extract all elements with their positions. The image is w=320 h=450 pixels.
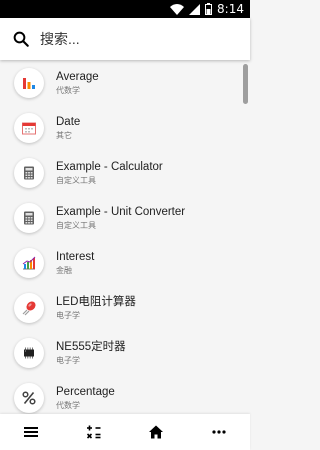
item-subtitle: 金融 <box>56 265 72 275</box>
calculator-ops-icon <box>86 425 101 439</box>
battery-icon <box>205 3 213 15</box>
avatar <box>14 382 44 413</box>
calculator-icon <box>24 211 34 224</box>
item-title: Example - Calculator <box>56 160 163 173</box>
list-item-percentage[interactable]: Percentage 代数学 <box>0 375 250 414</box>
search-input[interactable] <box>40 31 220 47</box>
menu-icon <box>24 427 39 437</box>
home-icon <box>149 425 164 439</box>
list-scrollbar[interactable] <box>243 64 248 104</box>
item-subtitle: 其它 <box>56 130 72 140</box>
item-subtitle: 代数学 <box>56 85 80 95</box>
list-item-interest[interactable]: Interest 金融 <box>0 240 250 285</box>
search-bar <box>0 18 250 60</box>
calculator-icon <box>24 166 34 179</box>
item-title: Date <box>56 115 81 128</box>
avatar <box>14 67 44 98</box>
list-item-example-calculator[interactable]: Example - Calculator 自定义工具 <box>0 150 250 195</box>
item-title: Example - Unit Converter <box>56 205 186 218</box>
chip-icon <box>24 347 34 358</box>
nav-home-button[interactable] <box>136 414 176 450</box>
item-title: Average <box>56 70 99 83</box>
item-subtitle: 电子学 <box>56 310 80 320</box>
nav-menu-button[interactable] <box>11 414 51 450</box>
list-item-example-unit-converter[interactable]: Example - Unit Converter 自定义工具 <box>0 195 250 240</box>
growth-chart-icon <box>22 256 36 269</box>
list-item-average[interactable]: Average 代数学 <box>0 60 250 105</box>
avatar <box>14 112 44 143</box>
search-icon[interactable] <box>12 30 30 48</box>
list-item-ne555-timer[interactable]: NE555定时器 电子学 <box>0 330 250 375</box>
item-title: Interest <box>56 250 95 263</box>
item-title: NE555定时器 <box>56 340 126 353</box>
item-title: LED电阻计算器 <box>56 295 136 308</box>
item-subtitle: 代数学 <box>56 400 80 410</box>
tool-list: Average 代数学 Date 其它 Example - Calculator… <box>0 60 250 414</box>
avatar <box>14 247 44 278</box>
avatar <box>14 292 44 323</box>
status-bar: 8:14 <box>0 0 250 18</box>
item-title: Percentage <box>56 385 115 398</box>
avatar <box>14 337 44 368</box>
nav-calculator-button[interactable] <box>74 414 114 450</box>
item-subtitle: 自定义工具 <box>56 220 96 230</box>
avatar <box>14 157 44 188</box>
nav-more-button[interactable] <box>199 414 239 450</box>
list-item-led-resistor[interactable]: LED电阻计算器 电子学 <box>0 285 250 330</box>
percent-icon <box>22 390 36 405</box>
bar-chart-icon <box>23 77 35 89</box>
status-time: 8:14 <box>217 2 244 16</box>
wifi-icon <box>170 3 185 15</box>
calendar-icon <box>22 122 36 134</box>
item-subtitle: 自定义工具 <box>56 175 96 185</box>
more-icon <box>212 430 226 434</box>
avatar <box>14 202 44 233</box>
item-subtitle: 电子学 <box>56 355 80 365</box>
bottom-navigation <box>0 414 250 450</box>
signal-icon <box>189 3 201 15</box>
led-icon <box>22 300 36 315</box>
list-item-date[interactable]: Date 其它 <box>0 105 250 150</box>
